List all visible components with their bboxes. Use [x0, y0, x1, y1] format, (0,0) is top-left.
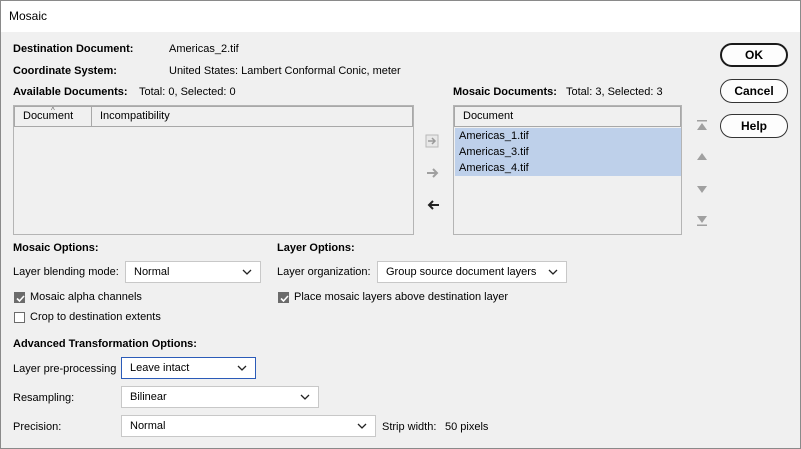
available-documents-label: Available Documents:	[13, 86, 128, 98]
arrow-right-icon[interactable]	[425, 165, 441, 181]
list-item[interactable]: Americas_1.tif	[455, 128, 681, 144]
strip-width-label: Strip width:	[382, 421, 437, 433]
move-to-top-icon[interactable]	[694, 118, 710, 134]
place-above-destination-label: Place mosaic layers above destination la…	[294, 291, 509, 303]
layer-preprocessing-select[interactable]: Leave intact	[121, 357, 256, 379]
title-bar: Mosaic	[1, 1, 800, 32]
list-item[interactable]: Americas_4.tif	[455, 160, 681, 176]
advanced-options-heading: Advanced Transformation Options:	[13, 338, 197, 350]
ok-button[interactable]: OK	[720, 43, 788, 67]
destination-label: Destination Document:	[13, 43, 134, 55]
precision-value: Normal	[130, 420, 166, 432]
list-item[interactable]: Americas_3.tif	[455, 144, 681, 160]
move-down-icon[interactable]	[694, 181, 710, 197]
column-header-incompatibility[interactable]: Incompatibility	[91, 106, 413, 127]
layer-options-heading: Layer Options:	[277, 242, 355, 254]
chevron-down-icon	[548, 269, 558, 275]
column-header-document-label: Document	[23, 110, 74, 122]
mosaic-options-heading: Mosaic Options:	[13, 242, 99, 254]
crop-to-destination-label: Crop to destination extents	[30, 311, 161, 323]
mosaic-dialog: Mosaic OK Cancel Help Destination Docume…	[0, 0, 801, 449]
available-documents-summary: Total: 0, Selected: 0	[139, 86, 236, 98]
move-to-bottom-icon[interactable]	[694, 212, 710, 228]
destination-value: Americas_2.tif	[169, 43, 239, 55]
place-above-destination-checkbox[interactable]	[278, 292, 289, 303]
layer-blending-mode-value: Normal	[134, 266, 170, 278]
mosaic-documents-list[interactable]: Document Americas_1.tif Americas_3.tif A…	[453, 105, 682, 235]
precision-select[interactable]: Normal	[121, 415, 376, 437]
resampling-value: Bilinear	[130, 391, 167, 403]
coordinate-system-label: Coordinate System:	[13, 65, 117, 77]
window-title: Mosaic	[9, 9, 48, 23]
arrow-left-icon[interactable]	[425, 197, 441, 213]
chevron-down-icon	[357, 423, 367, 429]
coordinate-system-value: United States: Lambert Conformal Conic, …	[169, 65, 401, 77]
chevron-down-icon	[242, 269, 252, 275]
help-button[interactable]: Help	[720, 114, 788, 138]
layer-organization-select[interactable]: Group source document layers	[377, 261, 567, 283]
strip-width-value: 50 pixels	[445, 421, 489, 433]
cancel-button[interactable]: Cancel	[720, 79, 788, 103]
mosaic-alpha-channels-checkbox[interactable]	[14, 292, 25, 303]
precision-label: Precision:	[13, 421, 62, 433]
layer-preprocessing-label: Layer pre-processing	[13, 363, 117, 375]
mosaic-documents-label: Mosaic Documents:	[453, 86, 557, 98]
chevron-down-icon	[300, 394, 310, 400]
double-arrow-right-icon[interactable]	[425, 133, 441, 149]
sort-caret-icon: ^	[51, 106, 55, 115]
layer-organization-label: Layer organization:	[277, 266, 371, 278]
resampling-select[interactable]: Bilinear	[121, 386, 319, 408]
layer-blending-mode-label: Layer blending mode:	[13, 266, 119, 278]
column-header-document[interactable]: Document ^	[14, 106, 92, 127]
mosaic-documents-summary: Total: 3, Selected: 3	[566, 86, 663, 98]
move-up-icon[interactable]	[694, 149, 710, 165]
layer-organization-value: Group source document layers	[386, 266, 537, 278]
mosaic-alpha-channels-label: Mosaic alpha channels	[30, 291, 142, 303]
column-header-document-label: Document	[463, 110, 514, 122]
layer-blending-mode-select[interactable]: Normal	[125, 261, 261, 283]
chevron-down-icon	[237, 365, 247, 371]
column-header-incompatibility-label: Incompatibility	[100, 110, 170, 122]
layer-preprocessing-value: Leave intact	[130, 362, 190, 374]
resampling-label: Resampling:	[13, 392, 75, 404]
crop-to-destination-checkbox[interactable]	[14, 312, 25, 323]
available-documents-list[interactable]: Document ^ Incompatibility	[13, 105, 414, 235]
column-header-document[interactable]: Document	[454, 106, 681, 127]
